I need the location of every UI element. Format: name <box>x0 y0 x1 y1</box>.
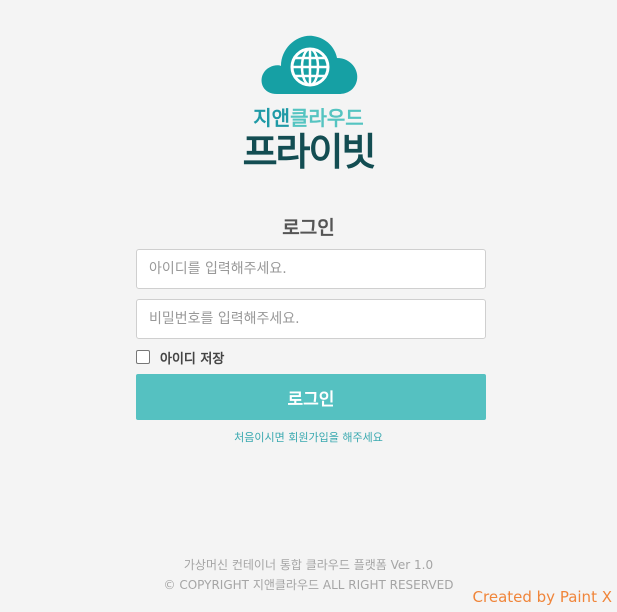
watermark: Created by Paint X <box>472 588 612 606</box>
brand-name-part2: 클라우드 <box>290 106 364 130</box>
logo <box>0 30 617 98</box>
login-button[interactable]: 로그인 <box>136 374 486 420</box>
login-title: 로그인 <box>282 217 335 239</box>
footer-version: 가상머신 컨테이너 통합 클라우드 플랫폼 Ver 1.0 <box>183 558 434 572</box>
signup-link[interactable]: 처음이시면 회원가입을 해주세요 <box>0 429 617 445</box>
cloud-globe-icon <box>261 35 357 94</box>
brand-name-part1: 지앤 <box>253 106 291 130</box>
password-input[interactable] <box>136 299 486 339</box>
remember-id-checkbox[interactable] <box>136 350 150 364</box>
brand-product-name: 프라이빗 <box>242 130 377 174</box>
remember-id-label: 아이디 저장 <box>160 351 225 367</box>
remember-id-option[interactable]: 아이디 저장 <box>136 347 224 367</box>
brand-name: 지앤클라우드 <box>0 102 617 131</box>
user-id-input[interactable] <box>136 249 486 289</box>
